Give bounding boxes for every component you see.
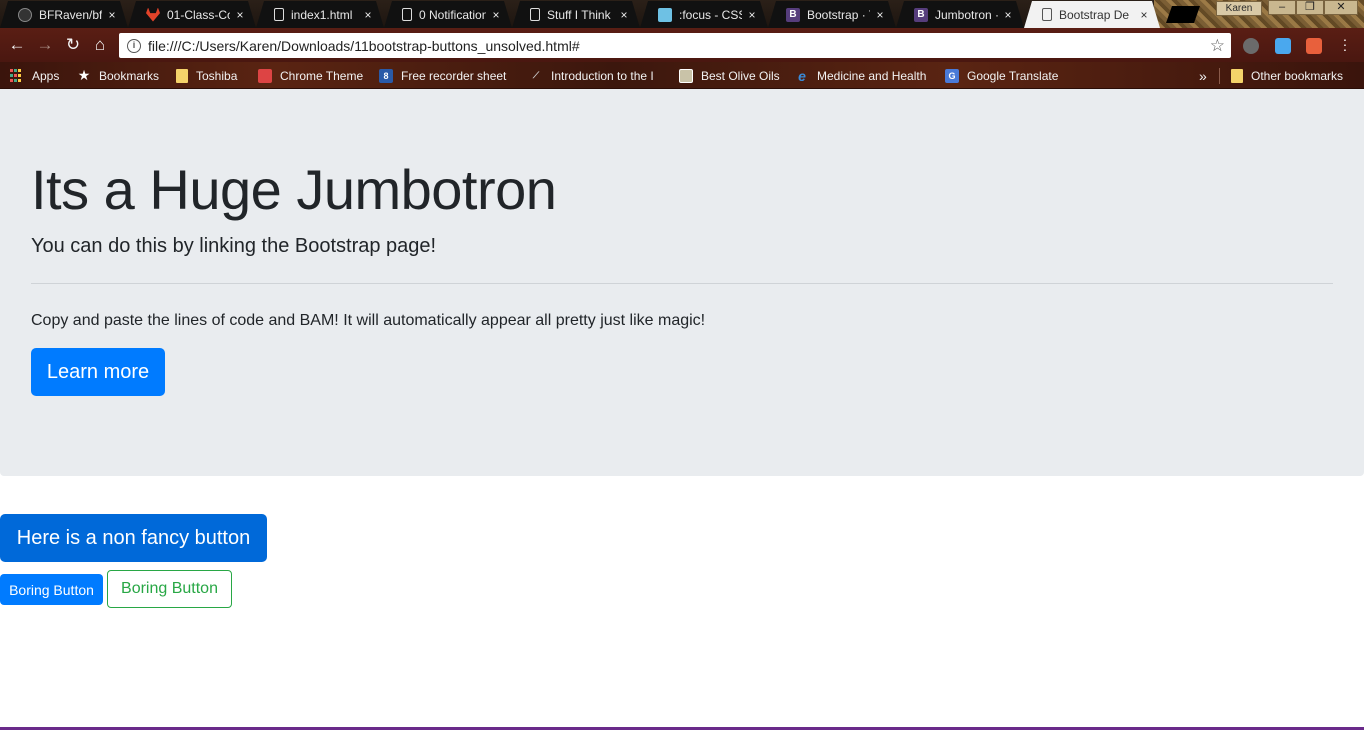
extension-bulb-icon[interactable] xyxy=(1243,38,1259,54)
bookmark-label: Bookmarks xyxy=(99,68,160,83)
menu-dots-icon[interactable]: · · · xyxy=(1342,32,1348,56)
tab-class-content[interactable]: 01-Class-Con × xyxy=(128,1,256,28)
reload-icon[interactable]: ↻ xyxy=(64,36,82,54)
bookmark-chrome-theme[interactable]: Chrome Theme xyxy=(258,67,363,84)
close-tab-icon[interactable]: × xyxy=(618,8,630,22)
back-arrow-icon[interactable]: ← xyxy=(8,36,26,54)
tab-notifications[interactable]: 0 Notification × xyxy=(384,1,512,28)
tab-bfraven[interactable]: BFRaven/bfra × xyxy=(0,1,128,28)
apps-grid-icon xyxy=(10,68,24,83)
bootstrap-icon: B xyxy=(914,8,928,22)
close-tab-icon[interactable]: × xyxy=(234,8,246,22)
page-icon xyxy=(530,8,540,21)
home-icon[interactable]: ⌂ xyxy=(91,36,109,54)
bookmark-free-recorder-sheet[interactable]: 8 Free recorder sheet xyxy=(379,67,506,84)
tab-title: Jumbotron · xyxy=(935,7,998,22)
page-icon xyxy=(1042,8,1052,21)
close-window-icon[interactable]: ✕ xyxy=(1324,0,1358,15)
close-tab-icon[interactable]: × xyxy=(874,8,886,22)
bookmark-star-icon[interactable]: ☆ xyxy=(1210,36,1225,56)
restore-icon[interactable]: ❐ xyxy=(1296,0,1324,15)
bookmark-medicine-health[interactable]: e Medicine and Health xyxy=(795,67,926,84)
gitlab-icon xyxy=(146,8,160,22)
bookmark-label: Other bookmarks xyxy=(1251,68,1344,83)
extension-cloud-icon[interactable] xyxy=(1275,38,1291,54)
bookmark-label: Medicine and Health xyxy=(817,68,927,83)
bookmark-label: Free recorder sheet xyxy=(401,68,507,83)
bookmark-other-bookmarks[interactable]: Other bookmarks xyxy=(1231,67,1343,84)
bookmark-introduction[interactable]: ⟋ Introduction to the I xyxy=(529,67,654,84)
tab-title: Stuff I Think xyxy=(547,7,611,22)
forward-arrow-icon[interactable]: → xyxy=(36,36,54,54)
star-icon: ★ xyxy=(77,67,91,83)
tab-title: Bootstrap · T xyxy=(807,7,870,22)
bookmark-toshiba[interactable]: Toshiba xyxy=(176,67,237,84)
bookmarks-bar: Apps ★ Bookmarks Toshiba Chrome Theme 8 … xyxy=(0,62,1364,89)
folder-icon xyxy=(1231,68,1243,83)
close-tab-icon[interactable]: × xyxy=(490,8,502,22)
jumbotron-lead: You can do this by linking the Bootstrap… xyxy=(31,235,437,257)
bootstrap-icon: B xyxy=(786,8,800,22)
learn-more-button[interactable]: Learn more xyxy=(31,348,165,396)
tab-bootstrap-t[interactable]: B Bootstrap · T × xyxy=(768,1,896,28)
boring-primary-button[interactable]: Boring Button xyxy=(0,574,103,605)
new-tab-button[interactable] xyxy=(1166,6,1200,23)
close-tab-icon[interactable]: × xyxy=(1138,8,1150,22)
page-viewport: Its a Huge Jumbotron You can do this by … xyxy=(0,89,1364,727)
ie-icon: e xyxy=(798,67,806,84)
boring-outline-button[interactable]: Boring Button xyxy=(107,570,232,608)
address-bar[interactable]: i ☆ xyxy=(119,33,1231,58)
tab-strip: BFRaven/bfra × 01-Class-Con × index1.htm… xyxy=(0,0,1364,28)
close-tab-icon[interactable]: × xyxy=(106,8,118,22)
tab-title: index1.html xyxy=(291,7,353,22)
close-tab-icon[interactable]: × xyxy=(362,8,374,22)
pen-icon: ⟋ xyxy=(532,70,540,80)
github-icon xyxy=(18,8,32,22)
non-fancy-button[interactable]: Here is a non fancy button xyxy=(0,514,267,562)
tab-jumbotron[interactable]: B Jumbotron · × xyxy=(896,1,1024,28)
folder-icon xyxy=(176,68,188,83)
bookmark-label: Google Translate xyxy=(967,68,1059,83)
bookmark-label: Best Olive Oils xyxy=(701,68,780,83)
bookmark-label: Introduction to the I xyxy=(551,68,654,83)
close-tab-icon[interactable]: × xyxy=(1002,8,1014,22)
minimize-icon[interactable]: – xyxy=(1268,0,1296,15)
page-icon xyxy=(402,8,412,21)
olive-oil-icon xyxy=(679,68,693,83)
profile-button[interactable]: Karen xyxy=(1216,1,1262,16)
jumbotron: Its a Huge Jumbotron You can do this by … xyxy=(0,89,1364,476)
bookmark-label: Chrome Theme xyxy=(280,68,364,83)
bookmarks-separator xyxy=(1219,68,1220,84)
tab-title: BFRaven/bfra xyxy=(39,7,102,22)
bookmark-label: Apps xyxy=(32,68,60,83)
browser-toolbar: ← → ↻ ⌂ i ☆ ··· xyxy=(0,28,1364,62)
extension-arrow-icon[interactable] xyxy=(1306,38,1322,54)
page-icon xyxy=(274,8,284,21)
tab-stuff-i-think[interactable]: Stuff I Think × xyxy=(512,1,640,28)
info-icon[interactable]: i xyxy=(127,38,141,53)
tab-title: 0 Notification xyxy=(419,7,486,22)
bookmark-google-translate[interactable]: G Google Translate xyxy=(945,67,1058,84)
tab-index1[interactable]: index1.html × xyxy=(256,1,384,28)
url-input[interactable] xyxy=(148,37,1210,54)
tab-title: Bootstrap De xyxy=(1059,7,1130,22)
css-tricks-icon xyxy=(658,8,672,22)
tab-focus-css[interactable]: :focus - CSS: × xyxy=(640,1,768,28)
close-tab-icon[interactable]: × xyxy=(746,8,758,22)
jumbotron-heading: Its a Huge Jumbotron xyxy=(31,158,557,221)
bookmark-best-olive-oils[interactable]: Best Olive Oils xyxy=(679,67,780,84)
bookmark-apps[interactable]: Apps xyxy=(10,67,59,84)
bookmark-bookmarks[interactable]: ★ Bookmarks xyxy=(77,67,159,84)
tab-bootstrap-demo[interactable]: Bootstrap De × xyxy=(1024,1,1160,28)
jumbotron-paragraph: Copy and paste the lines of code and BAM… xyxy=(31,312,706,329)
bookmarks-overflow-button[interactable]: » xyxy=(1199,67,1207,84)
tab-title: :focus - CSS: xyxy=(679,7,739,22)
recorder-icon: 8 xyxy=(379,68,393,83)
chrome-theme-icon xyxy=(258,68,272,83)
divider xyxy=(31,283,1333,284)
tab-title: 01-Class-Con xyxy=(167,7,228,22)
bookmark-label: Toshiba xyxy=(196,68,238,83)
google-translate-icon: G xyxy=(945,68,959,83)
